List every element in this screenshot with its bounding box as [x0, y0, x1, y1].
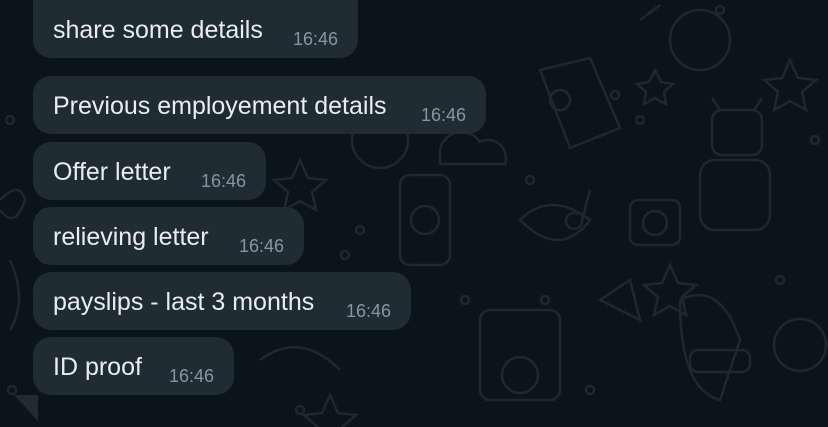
message-time: 16:46 — [345, 301, 391, 321]
message-text: relieving letter — [53, 223, 209, 251]
message-list: share some details 16:46 Previous employ… — [0, 0, 828, 427]
message-time: 16:46 — [420, 105, 466, 125]
message-text: share some details — [53, 16, 263, 44]
message-bubble[interactable]: relieving letter 16:46 — [33, 207, 304, 265]
message-bubble[interactable]: share some details 16:46 — [33, 0, 358, 58]
message-time: 16:46 — [238, 236, 284, 256]
message-time: 16:46 — [168, 366, 214, 386]
message-bubble[interactable]: Previous employement details 16:46 — [33, 76, 486, 134]
message-bubble[interactable]: ID proof 16:46 — [33, 337, 234, 395]
message-time: 16:46 — [292, 29, 338, 49]
message-bubble[interactable]: Offer letter 16:46 — [33, 142, 266, 200]
message-tail — [14, 395, 38, 421]
message-time: 16:46 — [200, 171, 246, 191]
message-text: ID proof — [53, 353, 142, 381]
message-bubble[interactable]: payslips - last 3 months 16:46 — [33, 272, 411, 330]
message-text: Offer letter — [53, 158, 171, 186]
message-text: payslips - last 3 months — [53, 288, 315, 316]
message-text: Previous employement details — [53, 92, 387, 120]
